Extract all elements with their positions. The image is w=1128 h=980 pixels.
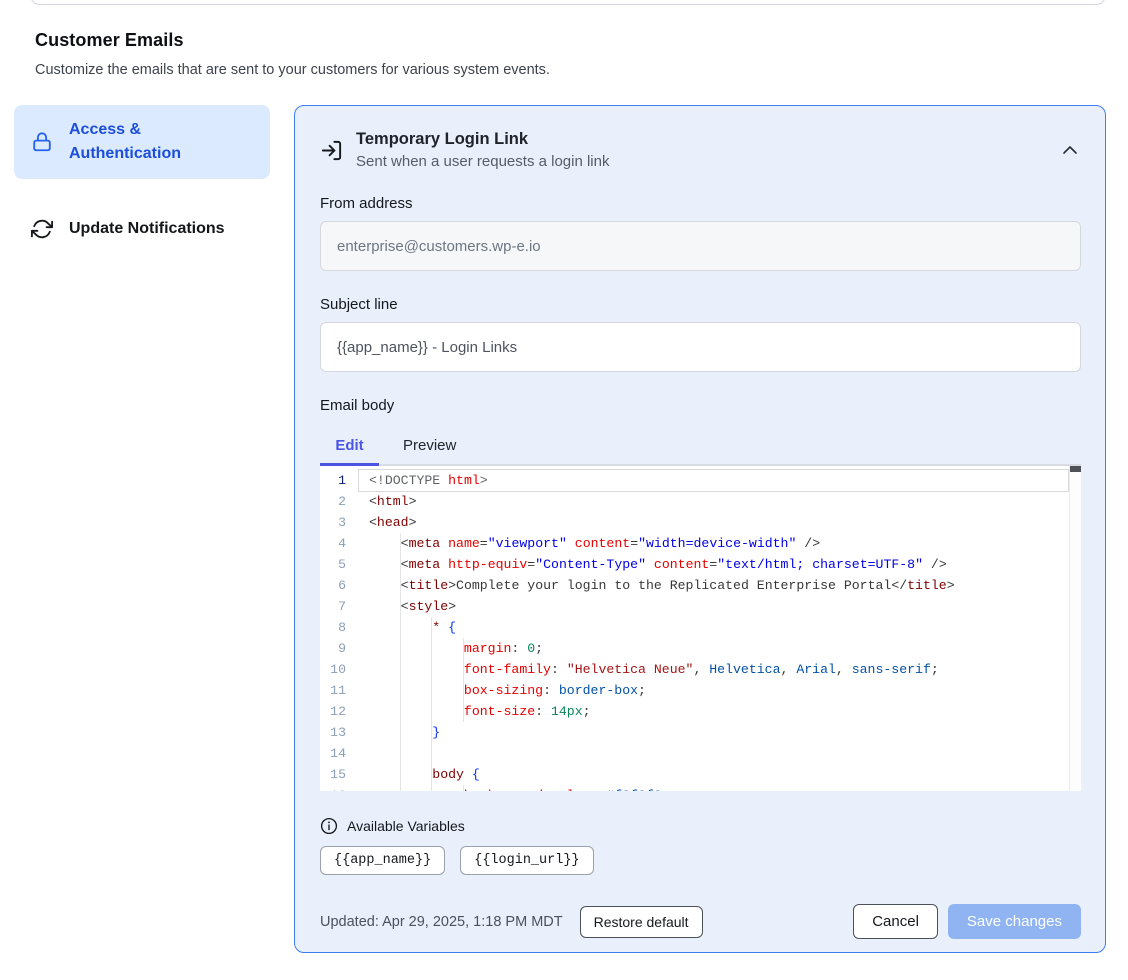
lock-icon xyxy=(30,130,54,154)
updated-timestamp: Updated: Apr 29, 2025, 1:18 PM MDT xyxy=(320,914,563,930)
code-line-content: body { xyxy=(346,764,1081,785)
line-number: 12 xyxy=(320,701,346,722)
panel-subtitle: Sent when a user requests a login link xyxy=(356,153,1048,170)
line-number: 16 xyxy=(320,785,346,791)
available-variables-label: Available Variables xyxy=(347,818,465,834)
code-line[interactable]: 9margin: 0; xyxy=(320,638,1081,659)
variable-chip-app-name[interactable]: {{app_name}} xyxy=(320,846,445,875)
code-line-content: <head> xyxy=(346,512,1081,533)
code-editor[interactable]: 1<!DOCTYPE html>2<html>3<head>4<meta nam… xyxy=(320,466,1081,791)
page-title: Customer Emails xyxy=(35,30,1128,51)
variable-chip-login-url[interactable]: {{login_url}} xyxy=(460,846,593,875)
code-line-content xyxy=(346,743,1081,764)
line-number: 14 xyxy=(320,743,346,764)
line-number: 5 xyxy=(320,554,346,575)
code-line[interactable]: 13} xyxy=(320,722,1081,743)
line-number: 13 xyxy=(320,722,346,743)
code-line[interactable]: 16background-color: #f8f8f8; xyxy=(320,785,1081,791)
line-number: 9 xyxy=(320,638,346,659)
code-line-content: <meta http-equiv="Content-Type" content=… xyxy=(346,554,1081,575)
line-number: 2 xyxy=(320,491,346,512)
sidebar-item-update-notifications[interactable]: Update Notifications xyxy=(14,204,270,254)
save-changes-button[interactable]: Save changes xyxy=(948,904,1081,939)
line-number: 6 xyxy=(320,575,346,596)
sidebar-item-access-authentication[interactable]: Access & Authentication xyxy=(14,105,270,179)
code-line-content: * { xyxy=(346,617,1081,638)
settings-sidebar: Access & Authentication Update Notificat… xyxy=(14,105,270,254)
panel-title: Temporary Login Link xyxy=(356,130,1048,149)
info-icon xyxy=(320,817,338,835)
code-line[interactable]: 7<style> xyxy=(320,596,1081,617)
email-body-label: Email body xyxy=(320,397,1081,414)
code-line-content: box-sizing: border-box; xyxy=(346,680,1081,701)
panel-header: Temporary Login Link Sent when a user re… xyxy=(320,130,1081,170)
sync-icon xyxy=(30,217,54,241)
line-number: 10 xyxy=(320,659,346,680)
editor-scrollbar[interactable] xyxy=(1069,466,1081,791)
code-line-content: font-size: 14px; xyxy=(346,701,1081,722)
cancel-button[interactable]: Cancel xyxy=(853,904,938,939)
code-line[interactable]: 6<title>Complete your login to the Repli… xyxy=(320,575,1081,596)
code-line[interactable]: 12font-size: 14px; xyxy=(320,701,1081,722)
scrollbar-thumb[interactable] xyxy=(1070,466,1081,472)
restore-default-button[interactable]: Restore default xyxy=(580,906,703,938)
code-line[interactable]: 3<head> xyxy=(320,512,1081,533)
code-line-content: <title>Complete your login to the Replic… xyxy=(346,575,1081,596)
code-line-content: font-family: "Helvetica Neue", Helvetica… xyxy=(346,659,1081,680)
code-line[interactable]: 14 xyxy=(320,743,1081,764)
code-line-content: background-color: #f8f8f8; xyxy=(346,785,1081,791)
code-line-content: <meta name="viewport" content="width=dev… xyxy=(346,533,1081,554)
page-subtitle: Customize the emails that are sent to yo… xyxy=(35,62,1128,78)
line-number: 4 xyxy=(320,533,346,554)
code-line-content: <!DOCTYPE html> xyxy=(346,470,1081,491)
code-line[interactable]: 11box-sizing: border-box; xyxy=(320,680,1081,701)
line-number: 8 xyxy=(320,617,346,638)
sidebar-item-label: Access & Authentication xyxy=(69,118,254,166)
from-address-label: From address xyxy=(320,195,1081,212)
subject-line-label: Subject line xyxy=(320,296,1081,313)
tab-preview[interactable]: Preview xyxy=(379,427,482,466)
line-number: 1 xyxy=(320,470,346,491)
log-in-icon xyxy=(320,139,343,162)
from-address-input[interactable] xyxy=(320,221,1081,271)
chevron-up-icon[interactable] xyxy=(1061,141,1079,159)
tab-edit[interactable]: Edit xyxy=(320,427,379,466)
email-settings-panel: Temporary Login Link Sent when a user re… xyxy=(294,105,1106,953)
sidebar-item-label: Update Notifications xyxy=(69,217,225,241)
code-line[interactable]: 10font-family: "Helvetica Neue", Helveti… xyxy=(320,659,1081,680)
code-line[interactable]: 2<html> xyxy=(320,491,1081,512)
code-line[interactable]: 5<meta http-equiv="Content-Type" content… xyxy=(320,554,1081,575)
code-line-content: <html> xyxy=(346,491,1081,512)
line-number: 3 xyxy=(320,512,346,533)
code-line[interactable]: 8* { xyxy=(320,617,1081,638)
previous-card-edge xyxy=(30,0,1106,5)
code-line-content: margin: 0; xyxy=(346,638,1081,659)
code-line-content: <style> xyxy=(346,596,1081,617)
editor-tabs: Edit Preview xyxy=(320,427,1081,466)
subject-line-input[interactable] xyxy=(320,322,1081,372)
code-line-content: } xyxy=(346,722,1081,743)
code-line[interactable]: 1<!DOCTYPE html> xyxy=(320,470,1081,491)
code-line[interactable]: 4<meta name="viewport" content="width=de… xyxy=(320,533,1081,554)
code-line[interactable]: 15body { xyxy=(320,764,1081,785)
line-number: 15 xyxy=(320,764,346,785)
line-number: 11 xyxy=(320,680,346,701)
line-number: 7 xyxy=(320,596,346,617)
